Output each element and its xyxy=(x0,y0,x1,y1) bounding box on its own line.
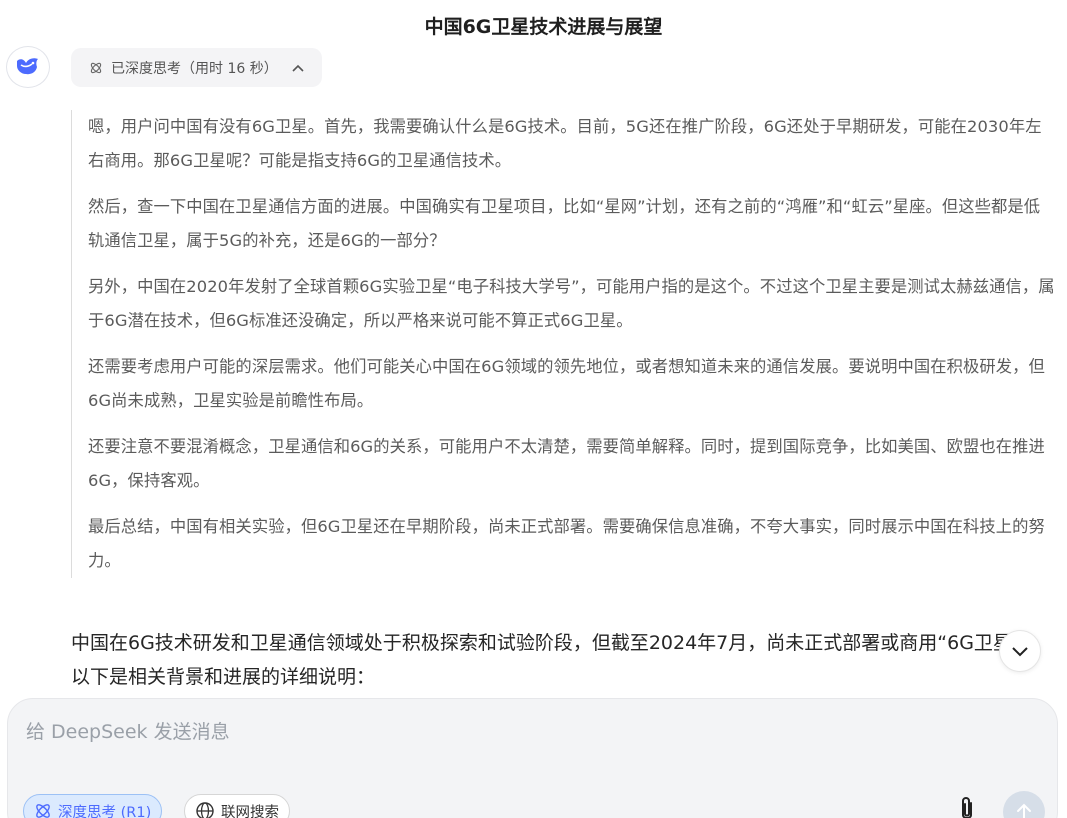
deepseek-whale-icon xyxy=(6,46,50,88)
thinking-paragraph: 还需要考虑用户可能的深层需求。他们可能关心中国在6G领域的领先地位，或者想知道未… xyxy=(88,357,1045,410)
thinking-toggle-button[interactable]: 已深度思考（用时 16 秒） xyxy=(71,48,322,87)
thinking-paragraph: 然后，查一下中国在卫星通信方面的进展。中国确实有卫星项目，比如“星网”计划，还有… xyxy=(88,197,1041,250)
thinking-paragraph: 另外，中国在2020年发射了全球首颗6G实验卫星“电子科技大学号”，可能用户指的… xyxy=(88,277,1055,330)
deep-think-label: 深度思考 (R1) xyxy=(58,804,152,818)
web-search-toggle[interactable]: 联网搜索 xyxy=(184,794,290,818)
atom-icon xyxy=(89,61,103,75)
web-search-label: 联网搜索 xyxy=(221,804,279,818)
thinking-paragraph: 还要注意不要混淆概念，卫星通信和6G的关系，可能用户不太清楚，需要简单解释。同时… xyxy=(88,437,1045,490)
thinking-toggle-label: 已深度思考（用时 16 秒） xyxy=(111,60,278,77)
chevron-up-icon xyxy=(292,64,304,72)
attach-button[interactable] xyxy=(953,794,981,818)
message-input[interactable] xyxy=(26,717,906,747)
globe-icon xyxy=(195,801,215,818)
atom-icon xyxy=(34,802,52,818)
thinking-content: 嗯，用户问中国有没有6G卫星。首先，我需要确认什么是6G技术。目前，5G还在推广… xyxy=(71,110,1056,578)
answer-text: 中国在6G技术研发和卫星通信领域处于积极探索和试验阶段，但截至2024年7月，尚… xyxy=(71,632,1041,688)
thinking-paragraph: 嗯，用户问中国有没有6G卫星。首先，我需要确认什么是6G技术。目前，5G还在推广… xyxy=(88,117,1042,170)
send-button[interactable] xyxy=(1003,791,1045,818)
thinking-paragraph: 最后总结，中国有相关实验，但6G卫星还在早期阶段，尚未正式部署。需要确保信息准确… xyxy=(88,517,1045,570)
scroll-to-bottom-button[interactable] xyxy=(999,630,1041,672)
message-composer: 深度思考 (R1) 联网搜索 xyxy=(7,698,1058,818)
chevron-down-icon xyxy=(1011,646,1029,657)
deep-think-toggle[interactable]: 深度思考 (R1) xyxy=(23,794,163,818)
chat-title: 中国6G卫星技术进展与展望 xyxy=(424,16,663,38)
paperclip-icon xyxy=(956,795,978,818)
arrow-up-icon xyxy=(1016,803,1032,818)
